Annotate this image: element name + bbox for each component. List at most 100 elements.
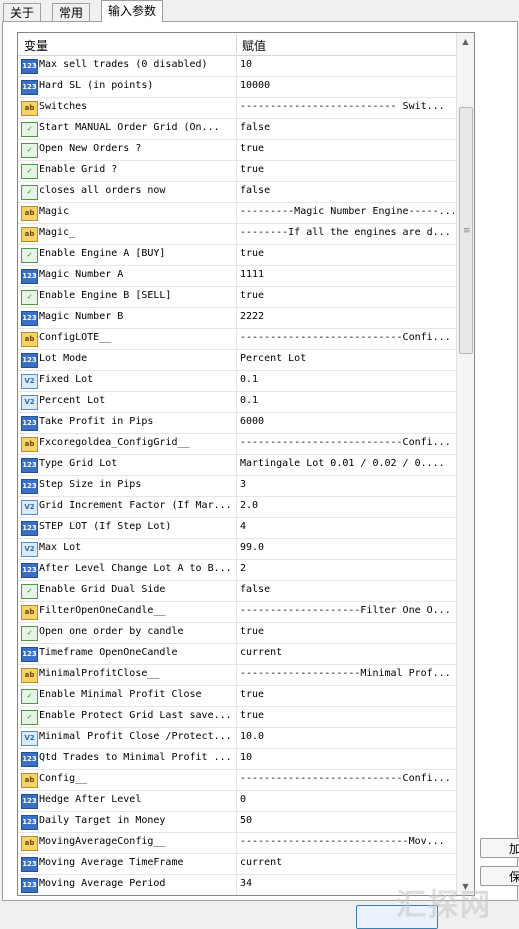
parameter-row[interactable]: ab Magic_ --------If all the engines are d… [18, 224, 456, 245]
parameter-value[interactable]: 1111 [240, 269, 454, 280]
tab-inputs[interactable]: 输入参数 [101, 0, 164, 22]
str-type-icon: ab [21, 605, 38, 620]
parameter-value[interactable]: false [240, 185, 454, 196]
column-divider[interactable] [236, 35, 237, 53]
cell-divider [236, 770, 237, 790]
parameter-row[interactable]: ✓ Enable Minimal Profit Close true [18, 686, 456, 707]
parameter-value[interactable]: ---------Magic Number Engine-----... [240, 206, 454, 217]
parameter-row[interactable]: V2 Percent Lot 0.1 [18, 392, 456, 413]
parameter-row[interactable]: ab ConfigLOTE__ --------------------------… [18, 329, 456, 350]
parameter-row[interactable]: 123 Moving Average Period 34 [18, 875, 456, 895]
parameter-row[interactable]: 123 Step Size in Pips 3 [18, 476, 456, 497]
parameter-value[interactable]: 99.0 [240, 542, 454, 553]
parameter-value[interactable]: true [240, 689, 454, 700]
parameter-row[interactable]: V2 Minimal Profit Close /Protect... 10.0 [18, 728, 456, 749]
parameter-row[interactable]: ab Magic ---------Magic Number Engine-----… [18, 203, 456, 224]
parameter-row[interactable]: ✓ closes all orders now false [18, 182, 456, 203]
parameter-row[interactable]: 123 Qtd Trades to Minimal Profit ... 10 [18, 749, 456, 770]
parameter-row[interactable]: 123 Type Grid Lot Martingale Lot 0.01 / 0.… [18, 455, 456, 476]
parameter-row[interactable]: 123 Hard SL (in points) 10000 [18, 77, 456, 98]
parameter-row[interactable]: 123 Hedge After Level 0 [18, 791, 456, 812]
parameter-row[interactable]: 123 Daily Target in Money 50 [18, 812, 456, 833]
parameter-row[interactable]: ab MinimalProfitClose__ ------------------… [18, 665, 456, 686]
parameter-value[interactable]: 3 [240, 479, 454, 490]
parameter-value[interactable]: ---------------------------Confi... [240, 332, 454, 343]
parameter-value[interactable]: 10 [240, 59, 454, 70]
scroll-up-icon[interactable]: ▲ [457, 33, 474, 50]
parameter-name: Start MANUAL Order Grid (On... [39, 122, 220, 133]
parameter-value[interactable]: 50 [240, 815, 454, 826]
parameter-row[interactable]: ✓ Enable Engine B [SELL] true [18, 287, 456, 308]
parameter-row[interactable]: V2 Grid Increment Factor (If Mar... 2.0 [18, 497, 456, 518]
parameter-row[interactable]: ✓ Start MANUAL Order Grid (On... false [18, 119, 456, 140]
parameter-value[interactable]: ---------------------------Confi... [240, 773, 454, 784]
vertical-scrollbar[interactable]: ▲ ≡ ▼ [456, 33, 474, 895]
parameter-row[interactable]: ✓ Enable Grid Dual Side false [18, 581, 456, 602]
parameter-value[interactable]: ----------------------------Mov... [240, 836, 454, 847]
tab-common[interactable]: 常用 [52, 3, 91, 22]
inputs-panel: 变量 赋值 123 Max sell trades (0 disabled) 10 1… [2, 21, 518, 901]
parameter-row[interactable]: ab Fxcoregoldea_ConfigGrid__ -------------… [18, 434, 456, 455]
parameter-value[interactable]: 0.1 [240, 374, 454, 385]
parameter-row[interactable]: V2 Fixed Lot 0.1 [18, 371, 456, 392]
parameter-row[interactable]: ab Config__ ---------------------------Con… [18, 770, 456, 791]
parameter-row[interactable]: ab MovingAverageConfig__ -----------------… [18, 833, 456, 854]
parameter-row[interactable]: ab Switches -------------------------- Swi… [18, 98, 456, 119]
parameter-value[interactable]: true [240, 143, 454, 154]
parameter-value[interactable]: 0 [240, 794, 454, 805]
parameter-value[interactable]: 2 [240, 563, 454, 574]
parameter-row[interactable]: 123 After Level Change Lot A to B... 2 [18, 560, 456, 581]
scroll-thumb[interactable]: ≡ [459, 107, 473, 354]
parameter-name: Config__ [39, 773, 88, 784]
parameter-value[interactable]: --------------------Minimal Prof... [240, 668, 454, 679]
parameter-value[interactable]: true [240, 290, 454, 301]
parameter-row[interactable]: ✓ Enable Grid ? true [18, 161, 456, 182]
parameter-value[interactable]: current [240, 857, 454, 868]
parameter-value[interactable]: 10.0 [240, 731, 454, 742]
parameter-value[interactable]: 10000 [240, 80, 454, 91]
parameter-value[interactable]: false [240, 584, 454, 595]
parameter-value[interactable]: ---------------------------Confi... [240, 437, 454, 448]
bool-type-icon: ✓ [21, 689, 38, 704]
cell-divider [236, 56, 237, 76]
parameter-row[interactable]: ✓ Open New Orders ? true [18, 140, 456, 161]
parameter-value[interactable]: 2222 [240, 311, 454, 322]
cell-divider [236, 644, 237, 664]
parameter-row[interactable]: 123 Take Profit in Pips 6000 [18, 413, 456, 434]
parameter-row[interactable]: 123 Magic Number B 2222 [18, 308, 456, 329]
parameter-value[interactable]: true [240, 164, 454, 175]
column-header-variable[interactable]: 变量 [24, 37, 48, 54]
parameter-row[interactable]: 123 Magic Number A 1111 [18, 266, 456, 287]
parameter-value[interactable]: current [240, 647, 454, 658]
parameter-value[interactable]: --------If all the engines are d... [240, 227, 454, 238]
parameter-value[interactable]: true [240, 248, 454, 259]
parameter-row[interactable]: 123 STEP LOT (If Step Lot) 4 [18, 518, 456, 539]
int-type-icon: 123 [21, 857, 38, 872]
parameter-value[interactable]: 4 [240, 521, 454, 532]
parameter-value[interactable]: Percent Lot [240, 353, 454, 364]
parameter-row[interactable]: 123 Timeframe OpenOneCandle current [18, 644, 456, 665]
parameter-row[interactable]: ✓ Enable Engine A [BUY] true [18, 245, 456, 266]
parameter-value[interactable]: true [240, 626, 454, 637]
parameter-row[interactable]: ✓ Enable Protect Grid Last save... true [18, 707, 456, 728]
load-button[interactable]: 加 [480, 838, 519, 858]
parameter-row[interactable]: V2 Max Lot 99.0 [18, 539, 456, 560]
int-type-icon: 123 [21, 521, 38, 536]
parameter-row[interactable]: ab FilterOpenOneCandle__ -----------------… [18, 602, 456, 623]
parameter-value[interactable]: true [240, 710, 454, 721]
parameter-value[interactable]: -------------------------- Swit... [240, 101, 454, 112]
column-header-value[interactable]: 赋值 [242, 37, 266, 54]
parameter-value[interactable]: 10 [240, 752, 454, 763]
tab-about[interactable]: 关于 [3, 3, 42, 22]
bool-type-icon: ✓ [21, 248, 38, 263]
parameter-value[interactable]: false [240, 122, 454, 133]
parameter-row[interactable]: ✓ Open one order by candle true [18, 623, 456, 644]
parameter-row[interactable]: 123 Max sell trades (0 disabled) 10 [18, 56, 456, 77]
parameter-row[interactable]: 123 Lot Mode Percent Lot [18, 350, 456, 371]
parameter-value[interactable]: 2.0 [240, 500, 454, 511]
parameter-value[interactable]: Martingale Lot 0.01 / 0.02 / 0.... [240, 458, 454, 469]
parameter-value[interactable]: 0.1 [240, 395, 454, 406]
parameter-value[interactable]: 6000 [240, 416, 454, 427]
parameter-value[interactable]: --------------------Filter One O... [240, 605, 454, 616]
parameter-row[interactable]: 123 Moving Average TimeFrame current [18, 854, 456, 875]
